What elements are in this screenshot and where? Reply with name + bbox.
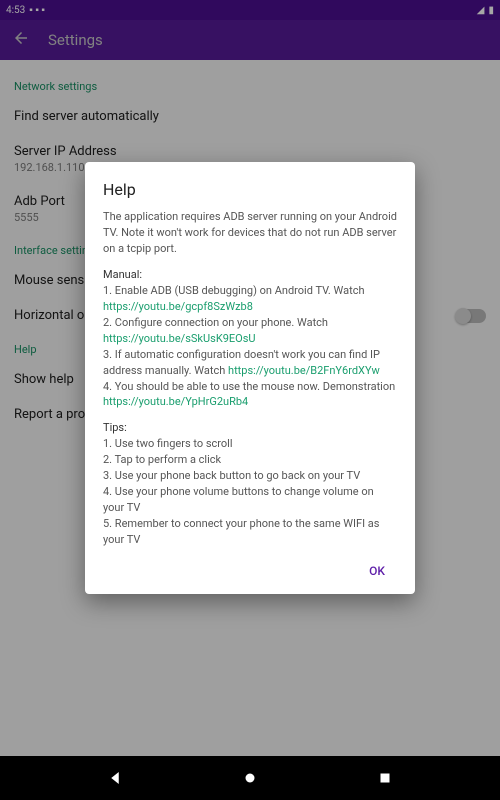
ok-button[interactable]: OK bbox=[357, 556, 397, 586]
manual-step-3: 3. If automatic configuration doesn't wo… bbox=[103, 347, 397, 379]
manual-heading: Manual: bbox=[103, 267, 397, 283]
tip-4: 4. Use your phone volume buttons to chan… bbox=[103, 484, 397, 516]
help-dialog: Help The application requires ADB server… bbox=[85, 162, 415, 594]
link-2[interactable]: https://youtu.be/sSkUsK9EOsU bbox=[103, 332, 256, 345]
link-1[interactable]: https://youtu.be/gcpf8SzWzb8 bbox=[103, 300, 253, 313]
dialog-body: The application requires ADB server runn… bbox=[103, 209, 397, 548]
tip-2: 2. Tap to perform a click bbox=[103, 452, 397, 468]
link-4[interactable]: https://youtu.be/YpHrG2uRb4 bbox=[103, 395, 248, 408]
nav-back-icon[interactable] bbox=[95, 758, 135, 798]
manual-step-1: 1. Enable ADB (USB debugging) on Android… bbox=[103, 283, 397, 315]
tip-1: 1. Use two fingers to scroll bbox=[103, 436, 397, 452]
nav-home-icon[interactable] bbox=[230, 758, 270, 798]
dialog-title: Help bbox=[103, 180, 397, 199]
dialog-scrim[interactable]: Help The application requires ADB server… bbox=[0, 0, 500, 756]
dialog-intro: The application requires ADB server runn… bbox=[103, 209, 397, 257]
manual-step-2: 2. Configure connection on your phone. W… bbox=[103, 315, 397, 347]
nav-recent-icon[interactable] bbox=[365, 758, 405, 798]
tip-5: 5. Remember to connect your phone to the… bbox=[103, 516, 397, 548]
manual-step-4: 4. You should be able to use the mouse n… bbox=[103, 379, 397, 411]
link-3[interactable]: https://youtu.be/B2FnY6rdXYw bbox=[228, 364, 380, 377]
tip-3: 3. Use your phone back button to go back… bbox=[103, 468, 397, 484]
navigation-bar bbox=[0, 756, 500, 800]
tips-heading: Tips: bbox=[103, 420, 397, 436]
